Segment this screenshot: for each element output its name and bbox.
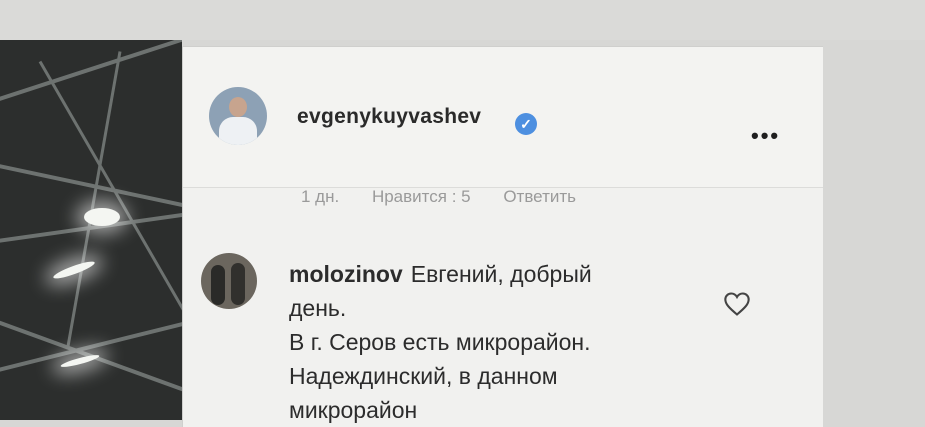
comment-line: день.: [289, 295, 347, 321]
comment-text: molozinov Евгений, добрый день. В г. Серо…: [289, 257, 649, 427]
browser-top-area: [0, 0, 925, 40]
post-detail-panel: evgenykuyvashev ✓ ••• 1 дн. Нравится : 5…: [182, 46, 823, 427]
comment-item: molozinov Евгений, добрый день. В г. Серо…: [183, 215, 823, 427]
author-username[interactable]: evgenykuyvashev: [297, 105, 481, 129]
reply-link[interactable]: Ответить: [503, 187, 576, 206]
comment-time: 1 дн.: [301, 187, 340, 206]
comment-likes[interactable]: Нравится : 5: [372, 187, 471, 206]
comment-line: Евгений, добрый: [410, 261, 592, 287]
comment-line: микрорайон: [289, 397, 418, 423]
comment-line: Надеждинский, в данном: [289, 363, 558, 389]
commenter-username[interactable]: molozinov: [289, 261, 403, 287]
author-avatar[interactable]: [209, 87, 267, 145]
post-header: evgenykuyvashev ✓ •••: [183, 47, 823, 188]
more-options-icon[interactable]: •••: [751, 123, 780, 149]
commenter-avatar[interactable]: [201, 253, 257, 309]
heart-icon[interactable]: [723, 291, 751, 317]
comment-line: В г. Серов есть микрорайон.: [289, 329, 591, 355]
post-photo[interactable]: [0, 40, 182, 420]
comment-meta: 1 дн. Нравится : 5 Ответить: [301, 187, 604, 207]
verified-badge-icon: ✓: [515, 113, 537, 135]
